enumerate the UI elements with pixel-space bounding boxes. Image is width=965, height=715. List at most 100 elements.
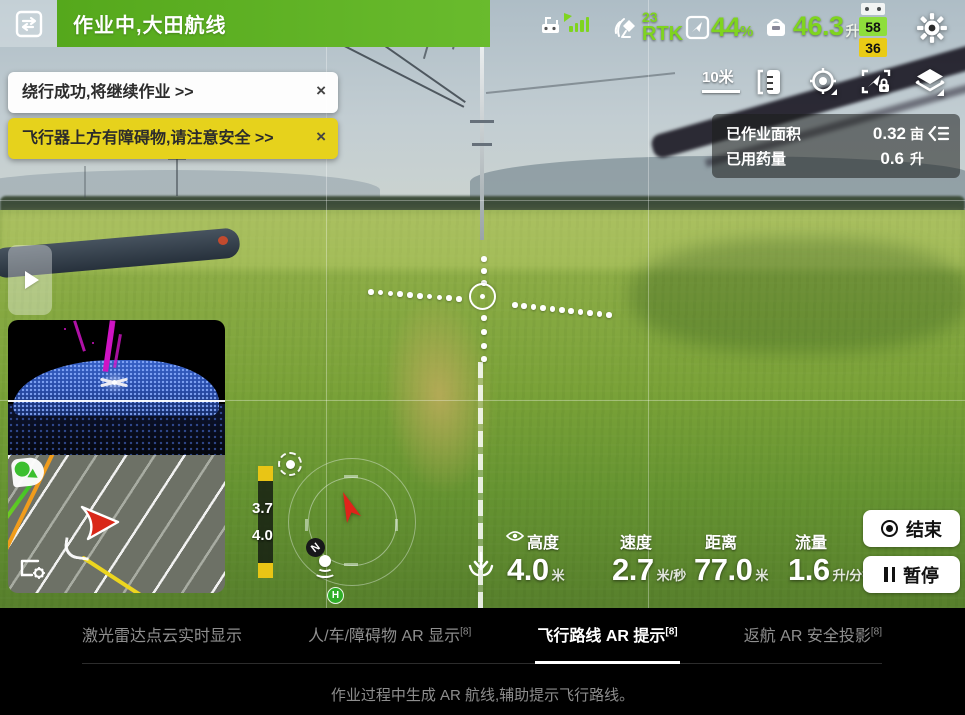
tab-caption: 作业过程中生成 AR 航线,辅助提示飞行路线。 xyxy=(0,684,965,705)
pylon-silhouette xyxy=(84,166,86,198)
flow-label: 流量 xyxy=(795,529,827,553)
settings-gear-icon[interactable] xyxy=(916,12,948,44)
route-line-planned xyxy=(81,555,216,593)
spray-tank-icon xyxy=(762,13,790,41)
locate-icon[interactable] xyxy=(806,64,842,100)
landing-point-icon xyxy=(314,555,336,585)
gauge-lower-value: 4.0 xyxy=(252,527,273,544)
signal-flag-icon xyxy=(563,11,575,23)
pointcloud-horizon-line xyxy=(8,400,225,402)
eye-icon xyxy=(506,530,524,542)
rc-signal-status xyxy=(540,13,575,35)
toast-obstacle-warning[interactable]: 飞行器上方有障碍物,请注意安全 >> × xyxy=(8,118,338,159)
pointcloud-dot xyxy=(92,342,94,344)
compass-tick xyxy=(344,563,358,566)
play-icon xyxy=(25,271,39,289)
pointcloud-dot xyxy=(64,328,66,330)
map-scale: 10米 xyxy=(702,66,740,93)
home-point-marker: H xyxy=(327,587,344,604)
gauge-upper-value: 3.7 xyxy=(252,500,273,517)
close-icon[interactable]: × xyxy=(316,81,326,101)
battery-status: 58 36 xyxy=(858,3,888,57)
heading-lock-icon[interactable] xyxy=(858,64,894,100)
ruler-icon[interactable] xyxy=(752,64,788,100)
route-map-panel[interactable] xyxy=(8,455,225,593)
layers-icon[interactable] xyxy=(912,64,948,100)
tab-lidar-pointcloud[interactable]: 激光雷达点云实时显示 xyxy=(82,622,242,646)
feature-tabs: 激光雷达点云实时显示 人/车/障碍物 AR 显示[8] 飞行路线 AR 提示[8… xyxy=(82,622,882,664)
collapse-panel-icon[interactable] xyxy=(924,125,950,142)
play-button[interactable] xyxy=(8,245,52,315)
toast-obstacle-bypass[interactable]: 绕行成功,将继续作业 >> × xyxy=(8,72,338,113)
pole-crossarm xyxy=(470,120,494,123)
position-unit: % xyxy=(740,23,753,40)
distance-value: 77.0 xyxy=(694,552,752,587)
tab-return-ar[interactable]: 返航 AR 安全投影[8] xyxy=(744,622,882,646)
battery-terminal-icon xyxy=(861,3,885,15)
battery-2-percent: 36 xyxy=(859,38,887,57)
distance-label: 距离 xyxy=(705,529,737,553)
distance-unit: 米 xyxy=(755,568,768,583)
map-scale-label: 10米 xyxy=(702,69,734,86)
power-pole xyxy=(480,38,484,240)
dose-label: 已用药量 xyxy=(726,148,834,169)
drone-heading-arrow xyxy=(334,488,370,530)
dose-unit: 升 xyxy=(910,149,924,169)
position-status: 44% xyxy=(684,12,753,43)
pause-mission-button[interactable]: 暂停 xyxy=(863,556,960,593)
mission-route-icon[interactable] xyxy=(0,0,57,47)
terrain-follow-icon xyxy=(468,550,494,580)
field-shadow xyxy=(630,238,965,353)
pole-crossarm xyxy=(472,143,492,146)
compass-tick xyxy=(305,519,308,531)
position-value: 44 xyxy=(711,12,740,43)
end-icon xyxy=(881,520,898,537)
speed-readout: 2.7米/秒 xyxy=(612,552,686,588)
dose-value: 0.6 xyxy=(834,149,906,169)
position-icon xyxy=(684,14,711,41)
gauge-marker-bottom xyxy=(258,563,273,578)
speed-label: 速度 xyxy=(620,529,652,553)
rtk-satellite-count: 23 xyxy=(642,10,683,24)
altitude-readout: 4.0米 xyxy=(507,552,565,588)
toast-info-text: 绕行成功,将继续作业 >> xyxy=(8,72,338,113)
altitude-label: 高度 xyxy=(527,529,559,553)
area-value: 0.32 xyxy=(834,124,906,144)
close-icon[interactable]: × xyxy=(316,127,326,147)
bottom-bar: 激光雷达点云实时显示 人/车/障碍物 AR 显示[8] 飞行路线 AR 提示[8… xyxy=(0,608,965,715)
area-unit: 亩 xyxy=(910,124,924,144)
gauge-marker-top xyxy=(258,466,273,481)
grid-line-vertical xyxy=(648,0,649,608)
tab-flight-route-ar[interactable]: 飞行路线 AR 提示[8] xyxy=(537,622,677,646)
tab-obstacle-ar[interactable]: 人/车/障碍物 AR 显示[8] xyxy=(308,622,471,646)
pointcloud-powerline xyxy=(73,320,86,351)
rtk-status: 23 RTK xyxy=(612,10,683,44)
altitude-unit: 米 xyxy=(552,568,565,583)
app-root: 作业中,大田航线 23 RTK 44% xyxy=(0,0,965,715)
altitude-value: 4.0 xyxy=(507,552,549,587)
map-settings-icon[interactable] xyxy=(18,555,48,581)
end-label: 结束 xyxy=(906,516,942,542)
grid-line-horizontal xyxy=(0,200,965,201)
pause-icon xyxy=(884,567,895,582)
end-mission-button[interactable]: 结束 xyxy=(863,510,960,547)
speed-value: 2.7 xyxy=(612,552,654,587)
tarp-tip xyxy=(218,236,228,245)
lidar-pointcloud-panel[interactable] xyxy=(8,320,225,455)
drone-position-arrow xyxy=(74,501,124,545)
distance-readout: 77.0米 xyxy=(694,552,768,588)
flow-value: 1.6 xyxy=(788,552,830,587)
battery-1-percent: 58 xyxy=(859,17,887,36)
drone-model xyxy=(96,374,132,390)
area-label: 已作业面积 xyxy=(726,123,834,144)
tank-value: 46.3 xyxy=(793,11,844,42)
spacing-gauge xyxy=(258,466,273,578)
speed-unit: 米/秒 xyxy=(657,568,687,583)
gimbal-pitch-icon[interactable] xyxy=(278,452,302,476)
mission-title: 作业中,大田航线 xyxy=(57,9,227,38)
pause-label: 暂停 xyxy=(903,562,939,588)
mission-status-banner: 作业中,大田航线 xyxy=(57,0,490,47)
tank-status: 46.3升 xyxy=(762,11,860,42)
compass-tick xyxy=(344,475,358,478)
toast-warning-text: 飞行器上方有障碍物,请注意安全 >> xyxy=(8,118,338,159)
